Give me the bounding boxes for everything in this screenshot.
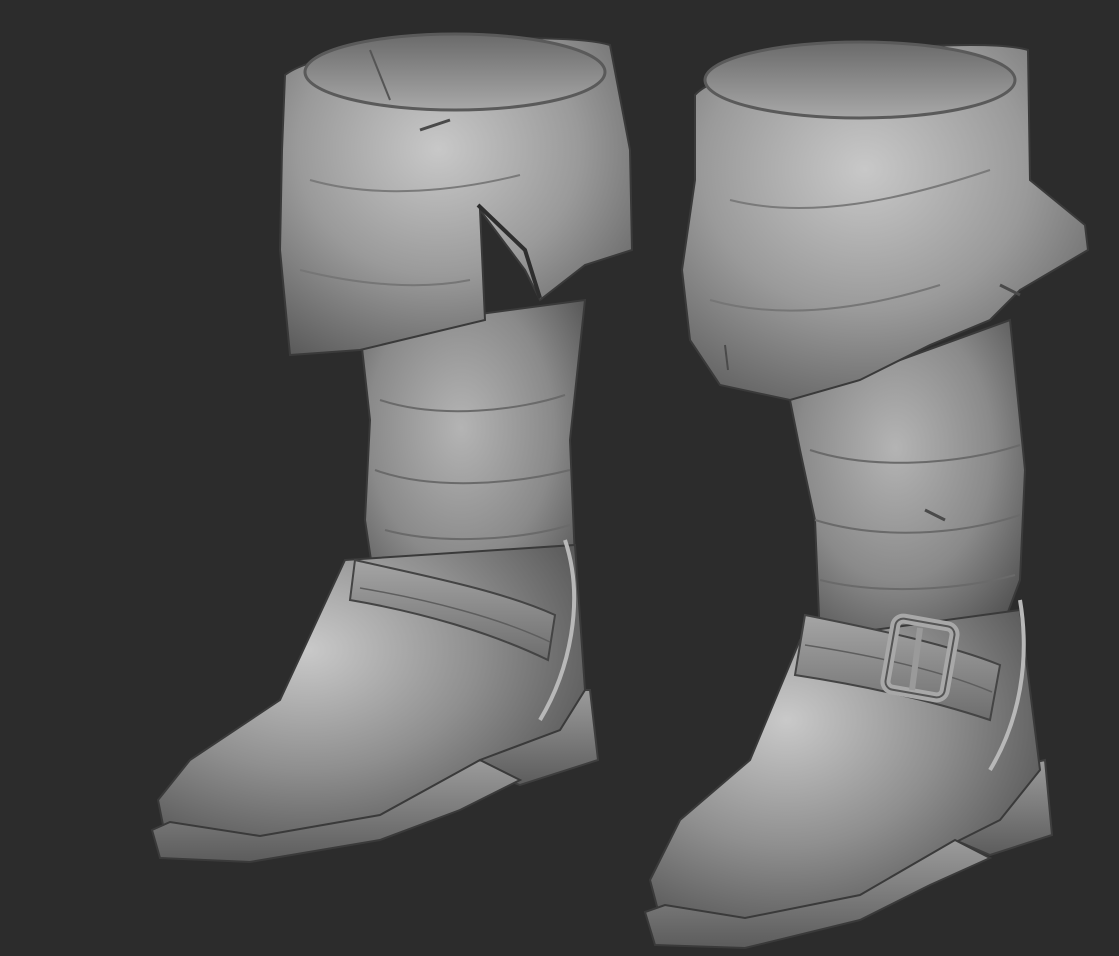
boots-render: [150, 32, 1090, 950]
right-boot: [643, 40, 1090, 950]
left-boot-opening: [303, 32, 607, 112]
right-boot-opening: [703, 40, 1017, 120]
sculpt-viewport[interactable]: [0, 0, 1119, 956]
left-boot: [150, 32, 634, 864]
